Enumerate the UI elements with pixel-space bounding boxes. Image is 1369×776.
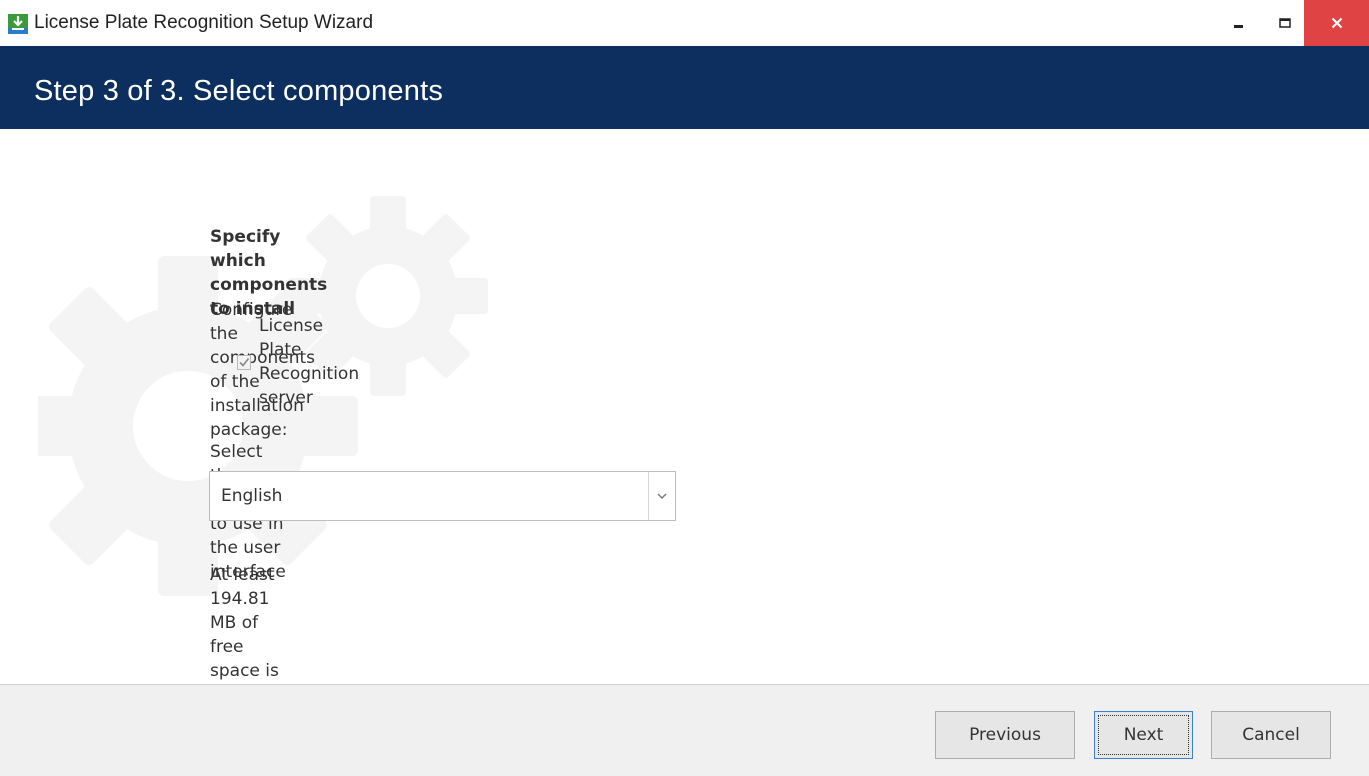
next-button-focus-ring <box>1098 715 1189 755</box>
component-label: License Plate Recognition server <box>259 316 360 408</box>
language-select-toggle[interactable] <box>648 472 675 520</box>
maximize-icon <box>1279 18 1291 28</box>
wizard-footer: Previous Next Cancel <box>0 685 1369 776</box>
maximize-button[interactable] <box>1262 0 1308 46</box>
previous-button[interactable]: Previous <box>935 711 1075 759</box>
close-button[interactable] <box>1304 0 1369 46</box>
language-select[interactable]: English <box>209 471 676 521</box>
language-select-value: English <box>221 486 283 506</box>
checkmark-icon <box>239 358 250 367</box>
component-checkbox[interactable] <box>237 354 251 370</box>
installer-app-icon <box>8 14 28 34</box>
step-title: Step 3 of 3. Select components <box>34 75 444 107</box>
close-icon <box>1331 17 1342 29</box>
component-checkbox-row[interactable]: License Plate Recognition server <box>237 316 360 408</box>
wizard-header: Step 3 of 3. Select components <box>0 46 1369 129</box>
cancel-button[interactable]: Cancel <box>1211 711 1331 759</box>
minimize-icon <box>1234 25 1243 28</box>
title-bar: License Plate Recognition Setup Wizard <box>0 0 1369 46</box>
chevron-down-icon <box>657 493 667 499</box>
minimize-button[interactable] <box>1216 0 1262 46</box>
next-button[interactable]: Next <box>1094 711 1193 759</box>
window-title: License Plate Recognition Setup Wizard <box>34 12 374 33</box>
